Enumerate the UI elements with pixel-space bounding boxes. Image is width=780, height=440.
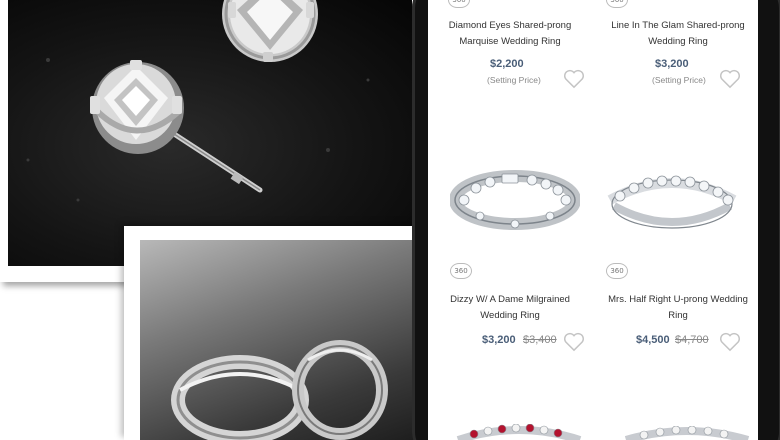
heart-outline-icon[interactable] (563, 332, 585, 352)
product-card[interactable]: 360 Diamond Eyes Shared-prong Marquise W… (430, 0, 590, 110)
original-price: $4,700 (675, 334, 709, 346)
rotate-360-icon[interactable]: 360 (448, 0, 470, 8)
product-card[interactable]: 360 Dizzy W/ A Dame Milgrained Wedding R… (430, 150, 590, 360)
product-name[interactable]: Mrs. Half Right U-prong Wedding Ring (598, 292, 758, 324)
rotate-360-icon[interactable]: 360 (606, 263, 628, 279)
wedding-bands-photo (140, 240, 420, 440)
product-price: $3,200 (482, 334, 516, 346)
product-grid-screen[interactable]: 360 Diamond Eyes Shared-prong Marquise W… (428, 0, 758, 440)
heart-outline-icon[interactable] (719, 332, 741, 352)
rotate-360-icon[interactable]: 360 (450, 263, 472, 279)
setting-price-note: (Setting Price) (487, 75, 541, 85)
product-name-line: Mrs. Half Right U-prong Wedding (608, 294, 748, 305)
product-name-line: Wedding Ring (648, 36, 708, 47)
product-price: $4,500 (636, 334, 670, 346)
product-name[interactable]: Dizzy W/ A Dame Milgrained Wedding Ring (430, 292, 590, 324)
wedding-bands-photo-frame (124, 226, 424, 440)
product-name-line: Line In The Glam Shared-prong (611, 20, 745, 31)
product-image-ring[interactable] (454, 424, 584, 440)
product-name-line: Dizzy W/ A Dame Milgrained (450, 294, 570, 305)
original-price: $3,400 (523, 334, 557, 346)
heart-outline-icon[interactable] (563, 69, 585, 89)
product-name-line: Ring (668, 310, 688, 321)
product-price: $3,200 (655, 58, 689, 70)
product-card[interactable]: 360 Mrs. Half Right U-prong Wedding Ring… (598, 150, 758, 360)
product-name-line: Diamond Eyes Shared-prong (448, 20, 572, 31)
setting-price-note: (Setting Price) (652, 75, 706, 85)
heart-outline-icon[interactable] (719, 69, 741, 89)
product-name-line: Marquise Wedding Ring (459, 36, 561, 47)
product-image-ring[interactable] (602, 162, 742, 236)
product-name-line: Wedding Ring (480, 310, 540, 321)
rotate-360-icon[interactable]: 360 (606, 0, 628, 8)
product-card[interactable]: 360 Line In The Glam Shared-prong Weddin… (598, 0, 758, 110)
product-name[interactable]: Diamond Eyes Shared-prong Marquise Weddi… (430, 18, 590, 50)
product-price: $2,200 (490, 58, 524, 70)
product-image-ring[interactable] (622, 426, 752, 440)
product-image-ring[interactable] (450, 158, 580, 238)
product-name[interactable]: Line In The Glam Shared-prong Wedding Ri… (598, 18, 758, 50)
